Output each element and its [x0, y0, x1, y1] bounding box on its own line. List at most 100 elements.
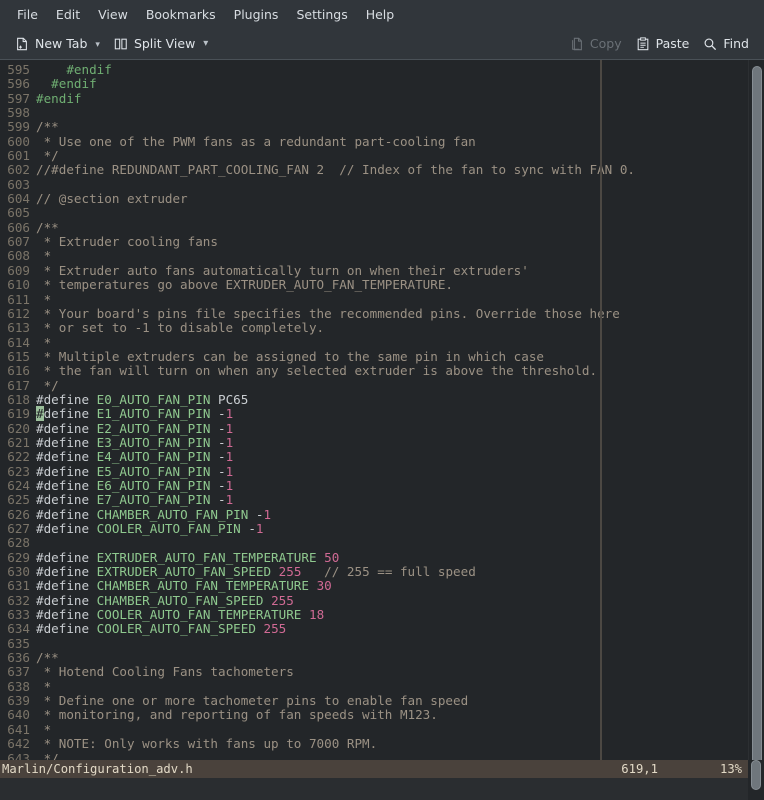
- new-tab-button[interactable]: New Tab ▾: [8, 33, 107, 54]
- code-line[interactable]: 620#define E2_AUTO_FAN_PIN -1: [0, 422, 748, 436]
- code-line[interactable]: 603: [0, 178, 748, 192]
- paste-button[interactable]: Paste: [629, 33, 697, 54]
- line-text[interactable]: #define E0_AUTO_FAN_PIN PC65: [30, 393, 248, 407]
- line-text[interactable]: [30, 637, 36, 651]
- line-text[interactable]: #define E2_AUTO_FAN_PIN -1: [30, 422, 233, 436]
- code-line[interactable]: 637 * Hotend Cooling Fans tachometers: [0, 665, 748, 679]
- code-line[interactable]: 633#define COOLER_AUTO_FAN_TEMPERATURE 1…: [0, 608, 748, 622]
- code-line[interactable]: 628: [0, 536, 748, 550]
- line-text[interactable]: [30, 178, 36, 192]
- line-text[interactable]: //#define REDUNDANT_PART_COOLING_FAN 2 /…: [30, 163, 635, 177]
- line-text[interactable]: * or set to -1 to disable completely.: [30, 321, 324, 335]
- code-line[interactable]: 638 *: [0, 680, 748, 694]
- line-text[interactable]: #define EXTRUDER_AUTO_FAN_SPEED 255 // 2…: [30, 565, 476, 579]
- code-line[interactable]: 639 * Define one or more tachometer pins…: [0, 694, 748, 708]
- line-text[interactable]: * temperatures go above EXTRUDER_AUTO_FA…: [30, 278, 453, 292]
- line-text[interactable]: #endif: [30, 63, 112, 77]
- code-line[interactable]: 618#define E0_AUTO_FAN_PIN PC65: [0, 393, 748, 407]
- code-line[interactable]: 613 * or set to -1 to disable completely…: [0, 321, 748, 335]
- code-line[interactable]: 608 *: [0, 249, 748, 263]
- vertical-scrollbar-thumb[interactable]: [752, 66, 762, 760]
- code-line[interactable]: 616 * the fan will turn on when any sele…: [0, 364, 748, 378]
- code-line[interactable]: 599/**: [0, 120, 748, 134]
- code-line[interactable]: 630#define EXTRUDER_AUTO_FAN_SPEED 255 /…: [0, 565, 748, 579]
- menu-bookmarks[interactable]: Bookmarks: [137, 3, 225, 26]
- code-line[interactable]: 636/**: [0, 651, 748, 665]
- code-line[interactable]: 632#define CHAMBER_AUTO_FAN_SPEED 255: [0, 594, 748, 608]
- line-text[interactable]: #define COOLER_AUTO_FAN_TEMPERATURE 18: [30, 608, 324, 622]
- code-line[interactable]: 612 * Your board's pins file specifies t…: [0, 307, 748, 321]
- line-text[interactable]: #define CHAMBER_AUTO_FAN_SPEED 255: [30, 594, 294, 608]
- code-line[interactable]: 623#define E5_AUTO_FAN_PIN -1: [0, 465, 748, 479]
- code-line[interactable]: 601 */: [0, 149, 748, 163]
- line-text[interactable]: */: [30, 149, 59, 163]
- code-line[interactable]: 640 * monitoring, and reporting of fan s…: [0, 708, 748, 722]
- line-text[interactable]: * Multiple extruders can be assigned to …: [30, 350, 544, 364]
- line-text[interactable]: */: [30, 379, 59, 393]
- code-line[interactable]: 643 */: [0, 752, 748, 761]
- line-text[interactable]: #define CHAMBER_AUTO_FAN_PIN -1: [30, 508, 271, 522]
- menu-settings[interactable]: Settings: [287, 3, 356, 26]
- copy-button[interactable]: Copy: [563, 33, 629, 54]
- line-text[interactable]: *: [30, 336, 51, 350]
- code-line[interactable]: 635: [0, 637, 748, 651]
- line-text[interactable]: */: [30, 752, 59, 761]
- code-line[interactable]: 621#define E3_AUTO_FAN_PIN -1: [0, 436, 748, 450]
- code-line[interactable]: 598: [0, 106, 748, 120]
- line-text[interactable]: #endif: [30, 92, 82, 106]
- line-text[interactable]: #endif: [30, 77, 97, 91]
- vertical-scrollbar[interactable]: [748, 60, 764, 760]
- line-text[interactable]: *: [30, 249, 51, 263]
- code-line[interactable]: 602//#define REDUNDANT_PART_COOLING_FAN …: [0, 163, 748, 177]
- code-line[interactable]: 634#define COOLER_AUTO_FAN_SPEED 255: [0, 622, 748, 636]
- code-line[interactable]: 595 #endif: [0, 63, 748, 77]
- code-line[interactable]: 606/**: [0, 221, 748, 235]
- line-text[interactable]: * monitoring, and reporting of fan speed…: [30, 708, 438, 722]
- code-line[interactable]: 611 *: [0, 293, 748, 307]
- line-text[interactable]: * Extruder cooling fans: [30, 235, 218, 249]
- code-line[interactable]: 605: [0, 206, 748, 220]
- line-text[interactable]: *: [30, 723, 51, 737]
- menu-plugins[interactable]: Plugins: [225, 3, 288, 26]
- scrollbar-bottom-tail[interactable]: [748, 760, 764, 800]
- code-line[interactable]: 600 * Use one of the PWM fans as a redun…: [0, 135, 748, 149]
- line-text[interactable]: [30, 106, 36, 120]
- line-text[interactable]: /**: [30, 120, 59, 134]
- line-text[interactable]: * Define one or more tachometer pins to …: [30, 694, 468, 708]
- code-line[interactable]: 607 * Extruder cooling fans: [0, 235, 748, 249]
- line-text[interactable]: /**: [30, 221, 59, 235]
- line-text[interactable]: *: [30, 680, 51, 694]
- line-text[interactable]: #define E1_AUTO_FAN_PIN -1: [30, 407, 233, 421]
- line-text[interactable]: *: [30, 293, 51, 307]
- code-line[interactable]: 596 #endif: [0, 77, 748, 91]
- line-text[interactable]: * NOTE: Only works with fans up to 7000 …: [30, 737, 377, 751]
- line-text[interactable]: #define E4_AUTO_FAN_PIN -1: [30, 450, 233, 464]
- line-text[interactable]: [30, 536, 36, 550]
- scrollbar-bottom-tail-thumb[interactable]: [751, 760, 761, 790]
- line-text[interactable]: #define E3_AUTO_FAN_PIN -1: [30, 436, 233, 450]
- code-line[interactable]: 604// @section extruder: [0, 192, 748, 206]
- line-text[interactable]: [30, 206, 36, 220]
- line-text[interactable]: #define COOLER_AUTO_FAN_SPEED 255: [30, 622, 286, 636]
- code-line[interactable]: 617 */: [0, 379, 748, 393]
- menu-view[interactable]: View: [89, 3, 137, 26]
- code-line[interactable]: 615 * Multiple extruders can be assigned…: [0, 350, 748, 364]
- code-line[interactable]: 627#define COOLER_AUTO_FAN_PIN -1: [0, 522, 748, 536]
- line-text[interactable]: * Use one of the PWM fans as a redundant…: [30, 135, 476, 149]
- menu-edit[interactable]: Edit: [47, 3, 89, 26]
- code-line[interactable]: 610 * temperatures go above EXTRUDER_AUT…: [0, 278, 748, 292]
- line-text[interactable]: * Hotend Cooling Fans tachometers: [30, 665, 294, 679]
- line-text[interactable]: * Extruder auto fans automatically turn …: [30, 264, 529, 278]
- line-text[interactable]: * the fan will turn on when any selected…: [30, 364, 597, 378]
- line-text[interactable]: // @section extruder: [30, 192, 188, 206]
- code-line[interactable]: 614 *: [0, 336, 748, 350]
- chevron-down-icon[interactable]: ▾: [203, 39, 208, 49]
- line-text[interactable]: #define COOLER_AUTO_FAN_PIN -1: [30, 522, 264, 536]
- code-line[interactable]: 641 *: [0, 723, 748, 737]
- code-line[interactable]: 624#define E6_AUTO_FAN_PIN -1: [0, 479, 748, 493]
- menu-help[interactable]: Help: [357, 3, 404, 26]
- line-text[interactable]: #define E6_AUTO_FAN_PIN -1: [30, 479, 233, 493]
- line-text[interactable]: #define EXTRUDER_AUTO_FAN_TEMPERATURE 50: [30, 551, 339, 565]
- code-line[interactable]: 642 * NOTE: Only works with fans up to 7…: [0, 737, 748, 751]
- statusbar-cursor-position[interactable]: 619,1: [621, 762, 720, 776]
